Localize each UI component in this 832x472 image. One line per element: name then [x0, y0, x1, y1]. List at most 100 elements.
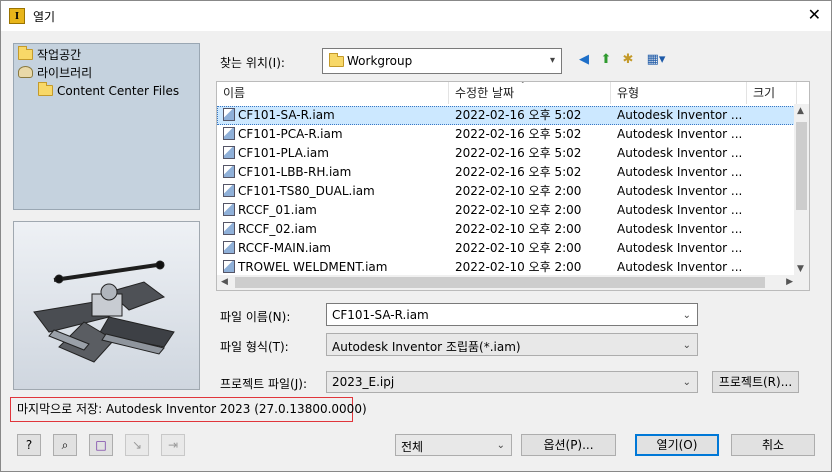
place-label: Content Center Files	[57, 84, 180, 98]
file-row[interactable]: CF101-SA-R.iam 2022-02-16 오후 5:02 Autode…	[217, 106, 801, 125]
open-dialog: I 열기 ✕ 작업공간 라이브러리 Content Center Files 찾…	[0, 0, 832, 472]
file-row[interactable]: CF101-LBB-RH.iam 2022-02-16 오후 5:02 Auto…	[217, 163, 801, 182]
column-header-size[interactable]: 크기	[747, 82, 797, 104]
file-row[interactable]: CF101-PLA.iam 2022-02-16 오후 5:02 Autodes…	[217, 144, 801, 163]
chevron-down-icon: ⌄	[682, 310, 691, 321]
file-date: 2022-02-10 오후 2:00	[455, 222, 582, 236]
file-name: CF101-PCA-R.iam	[238, 127, 343, 141]
assembly-file-icon	[223, 260, 235, 273]
vertical-scrollbar[interactable]: ▲ ▼	[794, 104, 809, 276]
shortcut-button[interactable]: ↘	[125, 434, 149, 456]
file-date: 2022-02-16 오후 5:02	[455, 165, 582, 179]
place-label: 라이브러리	[37, 66, 93, 80]
help-button[interactable]: ?	[17, 434, 41, 456]
column-header-type[interactable]: 유형	[611, 82, 747, 104]
file-name-cell: RCCF_01.iam	[223, 201, 447, 220]
file-name: RCCF_02.iam	[238, 222, 317, 236]
file-type: Autodesk Inventor ...	[617, 127, 743, 141]
file-row[interactable]: CF101-PCA-R.iam 2022-02-16 오후 5:02 Autod…	[217, 125, 801, 144]
place-item-library[interactable]: 라이브러리	[18, 64, 92, 82]
place-item-workspace[interactable]: 작업공간	[18, 46, 81, 64]
look-in-combo[interactable]: Workgroup ▾	[322, 48, 562, 74]
assembly-file-icon	[223, 241, 235, 254]
library-icon	[18, 66, 33, 78]
file-name: CF101-TS80_DUAL.iam	[238, 184, 375, 198]
assembly-preview-image	[33, 260, 175, 363]
assembly-file-icon	[223, 203, 235, 216]
file-name: RCCF_01.iam	[238, 203, 317, 217]
file-date: 2022-02-16 오후 5:02	[455, 108, 582, 122]
file-name: CF101-SA-R.iam	[238, 108, 335, 122]
look-in-label: 찾는 위치(I):	[220, 56, 285, 70]
horizontal-scroll-thumb[interactable]	[235, 277, 765, 288]
file-name-cell: CF101-SA-R.iam	[223, 106, 447, 125]
file-row[interactable]: RCCF_01.iam 2022-02-10 오후 2:00 Autodesk …	[217, 201, 801, 220]
file-name: CF101-PLA.iam	[238, 146, 329, 160]
file-type: Autodesk Inventor ...	[617, 222, 743, 236]
file-date: 2022-02-16 오후 5:02	[455, 127, 582, 141]
back-icon[interactable]: ◀	[575, 51, 593, 69]
up-folder-icon[interactable]: ⬆	[597, 51, 615, 69]
file-name: TROWEL WELDMENT.iam	[238, 260, 388, 274]
project-file-value: 2023_E.ipj	[332, 375, 395, 389]
chevron-down-icon: ⌄	[682, 377, 691, 388]
file-date: 2022-02-10 오후 2:00	[455, 203, 582, 217]
cancel-button[interactable]: 취소	[731, 434, 815, 456]
place-item-content-center[interactable]: Content Center Files	[38, 82, 179, 100]
file-type: Autodesk Inventor ...	[617, 241, 743, 255]
folder-icon	[18, 46, 33, 60]
dialog-title: 열기	[33, 10, 56, 24]
scroll-down-icon[interactable]: ▼	[797, 264, 804, 274]
assembly-file-icon	[223, 146, 235, 159]
sort-descending-icon: ⌄	[519, 81, 527, 86]
filter-combo[interactable]: 전체 ⌄	[395, 434, 512, 456]
insert-button[interactable]: ⇥	[161, 434, 185, 456]
horizontal-scrollbar[interactable]: ◀ ▶	[217, 275, 809, 290]
file-name-cell: CF101-PCA-R.iam	[223, 125, 447, 144]
folder-icon	[329, 53, 344, 67]
view-menu-icon[interactable]: ▦▾	[643, 51, 669, 69]
file-date: 2022-02-16 오후 5:02	[455, 146, 582, 160]
file-type: Autodesk Inventor ...	[617, 184, 743, 198]
file-row[interactable]: RCCF_02.iam 2022-02-10 오후 2:00 Autodesk …	[217, 220, 801, 239]
new-folder-icon[interactable]: ✱	[619, 51, 637, 69]
chevron-down-icon: ⌄	[682, 340, 691, 351]
chevron-down-icon: ▾	[549, 55, 555, 66]
scroll-right-icon[interactable]: ▶	[786, 277, 793, 287]
file-name-cell: RCCF_02.iam	[223, 220, 447, 239]
vertical-scroll-thumb[interactable]	[796, 122, 807, 210]
places-pane: 작업공간 라이브러리 Content Center Files	[13, 43, 200, 210]
new-file-button[interactable]: □	[89, 434, 113, 456]
file-type: Autodesk Inventor ...	[617, 108, 743, 122]
title-bar: I 열기 ✕	[1, 1, 831, 31]
close-icon[interactable]: ✕	[808, 5, 821, 24]
find-button[interactable]: ⌕	[53, 434, 77, 456]
file-name-cell: RCCF-MAIN.iam	[223, 239, 447, 258]
scroll-left-icon[interactable]: ◀	[221, 277, 228, 287]
folder-icon	[38, 82, 53, 96]
options-button[interactable]: 옵션(P)...	[521, 434, 616, 456]
chevron-down-icon: ⌄	[496, 440, 505, 451]
column-header-date[interactable]: 수정한 날짜	[449, 82, 611, 104]
project-file-label: 프로젝트 파일(J):	[220, 377, 308, 391]
file-name-cell: CF101-TS80_DUAL.iam	[223, 182, 447, 201]
file-date: 2022-02-10 오후 2:00	[455, 241, 582, 255]
file-name-cell: CF101-PLA.iam	[223, 144, 447, 163]
file-type: Autodesk Inventor ...	[617, 203, 743, 217]
file-type: Autodesk Inventor ...	[617, 146, 743, 160]
file-row[interactable]: RCCF-MAIN.iam 2022-02-10 오후 2:00 Autodes…	[217, 239, 801, 258]
projects-button[interactable]: 프로젝트(R)...	[712, 371, 799, 393]
file-name: CF101-LBB-RH.iam	[238, 165, 352, 179]
file-type-value: Autodesk Inventor 조립품(*.iam)	[332, 340, 521, 354]
file-type: Autodesk Inventor ...	[617, 165, 743, 179]
project-file-combo[interactable]: 2023_E.ipj ⌄	[326, 371, 698, 393]
assembly-file-icon	[223, 165, 235, 178]
file-type-combo[interactable]: Autodesk Inventor 조립품(*.iam) ⌄	[326, 333, 698, 356]
open-button[interactable]: 열기(O)	[635, 434, 719, 456]
column-header-name[interactable]: 이름	[217, 82, 449, 104]
assembly-file-icon	[223, 108, 235, 121]
file-name-combo[interactable]: CF101-SA-R.iam ⌄	[326, 303, 698, 326]
file-name-cell: CF101-LBB-RH.iam	[223, 163, 447, 182]
file-row[interactable]: CF101-TS80_DUAL.iam 2022-02-10 오후 2:00 A…	[217, 182, 801, 201]
scroll-up-icon[interactable]: ▲	[797, 106, 804, 116]
